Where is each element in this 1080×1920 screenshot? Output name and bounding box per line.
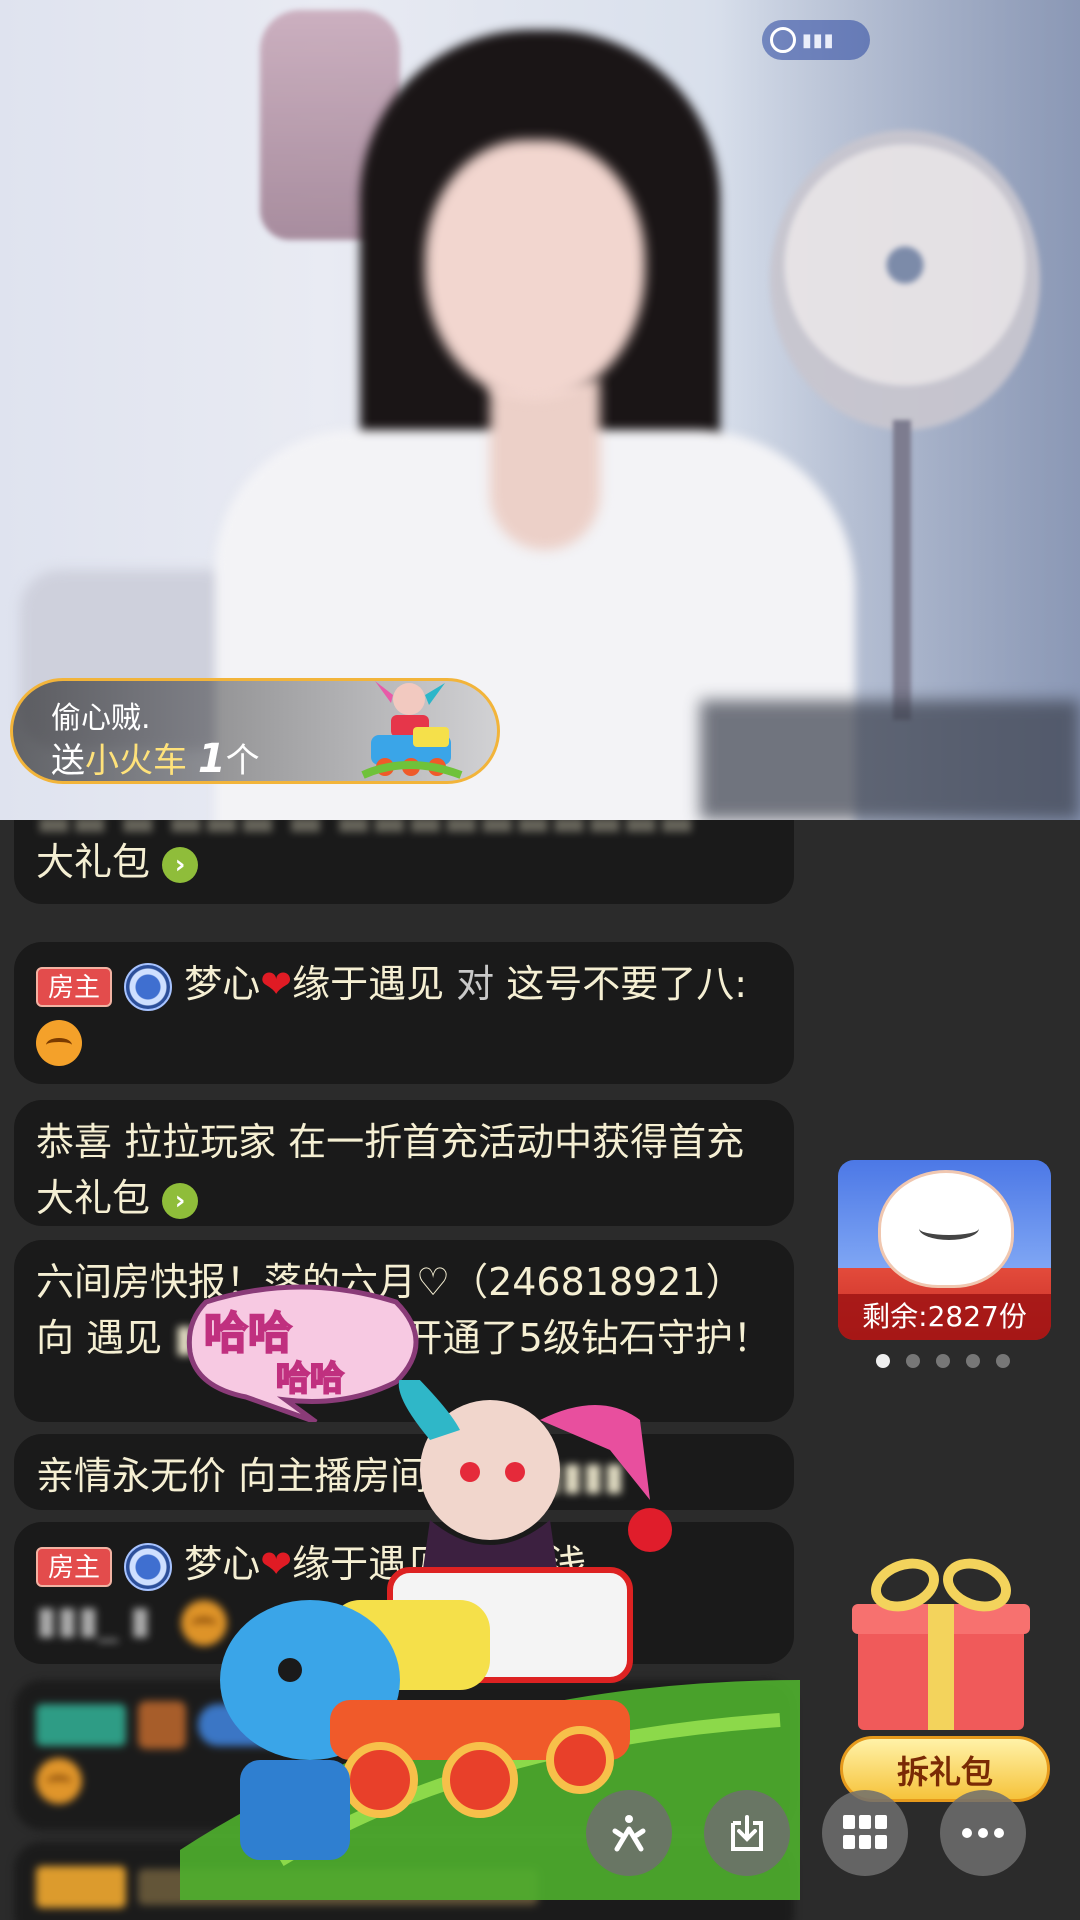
watermark-text: ▮▮▮ <box>802 29 835 51</box>
chat-message-text: 大礼包 <box>36 840 151 884</box>
chat-message-user: 房主 梦心❤缘于遇见 对 这号不要了八: <box>14 942 794 1084</box>
chevron-right-icon[interactable]: › <box>162 846 199 883</box>
host-tag: 房主 <box>36 966 113 1007</box>
pager-dot[interactable] <box>876 1354 890 1368</box>
gift-toast: 偷心贼. 送小火车 1个 <box>10 678 500 784</box>
pager-dot[interactable] <box>906 1354 920 1368</box>
more-icon <box>962 1828 1004 1838</box>
six-logo-button[interactable] <box>586 1790 672 1876</box>
chat-username-suffix[interactable]: 缘于遇见 <box>292 1542 444 1586</box>
compass-badge-icon <box>124 962 173 1011</box>
video-streamer-neck <box>490 380 600 550</box>
six-logo-icon <box>612 1815 646 1852</box>
more-button[interactable] <box>940 1790 1026 1876</box>
lucky-cat-icon <box>878 1170 1014 1288</box>
chat-message-obscured: ▮▮▮▮▮▮▮ <box>478 1454 625 1498</box>
chevron-right-icon[interactable]: › <box>162 1182 199 1219</box>
train-gift-icon <box>361 681 463 779</box>
emoji-icon <box>36 1019 82 1066</box>
chat-message-text: 这号不要了八: <box>506 962 748 1006</box>
promo-remaining-label: 剩余: <box>862 1300 928 1333</box>
compass-badge-icon <box>124 1542 173 1591</box>
video-streamer-face <box>425 140 645 400</box>
haha-line1: 哈哈 <box>204 1308 292 1359</box>
video-foreground <box>700 700 1080 820</box>
video-fan-stand <box>893 420 911 720</box>
promo-remaining-unit: 份 <box>998 1300 1027 1333</box>
grid-menu-button[interactable] <box>822 1790 908 1876</box>
gift-box-icon[interactable] <box>852 1549 1030 1730</box>
host-tag: 房主 <box>36 1546 113 1587</box>
chat-message-text: 亲情永无价 向主播房间赠 <box>36 1454 467 1498</box>
chat-message-obscured: ▮▮ <box>456 1542 498 1586</box>
chat-message-blurred-line: ▮▮▮_ ▮ <box>36 1592 772 1648</box>
chat-message-text: 恭喜 拉拉玩家 在一折首充活动中获得首充大礼包 <box>36 1120 745 1220</box>
heart-icon: ❤ <box>260 962 293 1006</box>
promo-remaining-count: 2827 <box>927 1300 999 1333</box>
pager-dot[interactable] <box>996 1354 1010 1368</box>
gift-sender: 偷心贼. <box>51 701 151 736</box>
gift-unit: 个 <box>225 741 260 781</box>
chat-message-system: 恭喜 拉拉玩家 在一折首充活动中获得首充大礼包 › <box>14 1100 794 1226</box>
download-button[interactable] <box>704 1790 790 1876</box>
promo-remaining: 剩余:2827份 <box>838 1294 1051 1340</box>
watermark-logo-icon <box>770 27 796 53</box>
platform-watermark: ▮▮▮ <box>762 20 870 60</box>
chat-message-user: 房主 梦心❤缘于遇见 ▮▮ 醒浅 ▮▮▮_ ▮ <box>14 1522 794 1664</box>
lucky-cat-promo[interactable]: 剩余:2827份 <box>838 1160 1051 1340</box>
grid-icon <box>843 1815 887 1849</box>
chat-message-cutoff: ▬▬ ▬ ▬▬▬ ▬ ▬▬▬▬▬▬▬▬▬▬ <box>36 820 772 834</box>
download-icon <box>731 1815 763 1851</box>
live-video[interactable]: ▮▮▮ 偷心贼. 送小火车 1个 <box>0 0 1080 820</box>
chat-username-suffix[interactable]: 缘于遇见 <box>292 962 444 1006</box>
video-fan <box>770 130 1040 430</box>
haha-line2: 哈哈 <box>276 1359 344 1399</box>
chat-message-text: 醒浅 <box>510 1542 587 1586</box>
gift-count: 1 <box>197 736 226 782</box>
gift-name: 小火车 <box>85 741 187 781</box>
chat-message-blurred <box>14 1842 794 1920</box>
gift-line: 送小火车 1个 <box>51 733 260 782</box>
haha-bubble: 哈哈 哈哈 <box>186 1284 419 1422</box>
pager-dot[interactable] <box>936 1354 950 1368</box>
gift-send-word: 送 <box>51 741 85 781</box>
chat-verb: 对 <box>456 962 495 1006</box>
promo-pager[interactable] <box>876 1354 1010 1368</box>
chat-message-system: 亲情永无价 向主播房间赠 ▮▮▮▮▮▮▮ <box>14 1434 794 1510</box>
chat-username[interactable]: 梦心 <box>184 1542 260 1586</box>
chat-message-blurred <box>14 1680 794 1830</box>
chat-message-system: ▬▬ ▬ ▬▬▬ ▬ ▬▬▬▬▬▬▬▬▬▬ 大礼包 › <box>14 820 794 904</box>
chat-username[interactable]: 梦心 <box>184 962 260 1006</box>
pager-dot[interactable] <box>966 1354 980 1368</box>
heart-icon: ❤ <box>260 1542 293 1586</box>
